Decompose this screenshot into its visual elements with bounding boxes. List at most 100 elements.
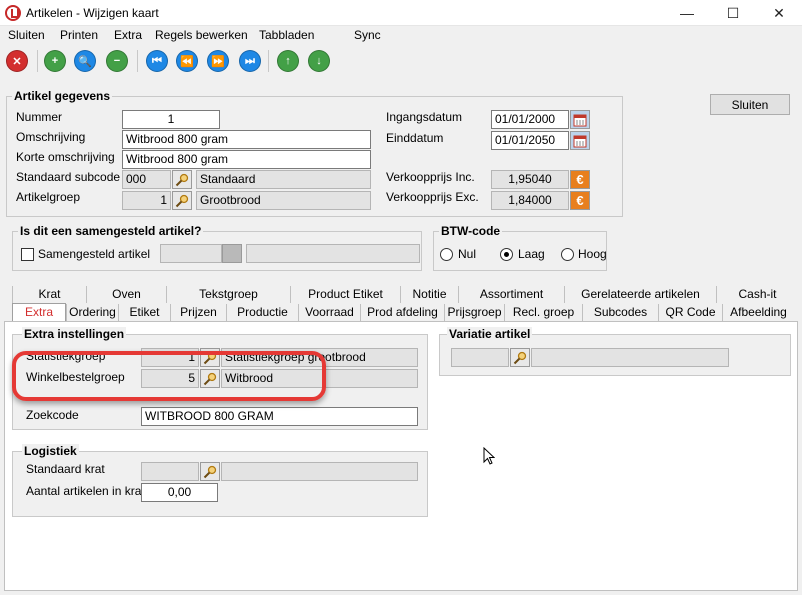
magnifier-icon xyxy=(175,173,189,186)
einddatum-label: Einddatum xyxy=(386,131,444,145)
samengesteld-lookup-button xyxy=(222,244,242,263)
next-record-icon: ⏩ xyxy=(211,55,225,68)
last-record-icon: ⏭ xyxy=(245,54,255,67)
toolbar-separator xyxy=(268,50,269,72)
tab-subcodes[interactable]: Subcodes xyxy=(582,304,658,321)
nummer-field[interactable]: 1 xyxy=(122,110,220,129)
toolbar-separator xyxy=(137,50,138,72)
einddatum-field[interactable]: 01/01/2050 xyxy=(491,131,569,150)
verkoopprijs-exc-label: Verkoopprijs Exc. xyxy=(386,190,479,204)
artikelgroep-label: Artikelgroep xyxy=(16,190,81,204)
verkoopprijs-inc-label: Verkoopprijs Inc. xyxy=(386,170,475,184)
tab-notitie[interactable]: Notitie xyxy=(400,286,458,303)
close-window-button[interactable]: ✕ xyxy=(756,0,802,26)
subcode-lookup-button[interactable] xyxy=(172,170,192,189)
euro-icon[interactable]: € xyxy=(570,191,590,210)
ingangsdatum-label: Ingangsdatum xyxy=(386,110,463,124)
previous-record-icon: ⏪ xyxy=(180,55,194,68)
menu-sync[interactable]: Sync xyxy=(354,28,381,42)
menu-extra[interactable]: Extra xyxy=(114,28,142,42)
sluiten-button[interactable]: Sluiten xyxy=(710,94,790,115)
tab-oven[interactable]: Oven xyxy=(86,286,166,303)
tab-prod-afdeling[interactable]: Prod afdeling xyxy=(360,304,444,321)
zoekcode-label: Zoekcode xyxy=(26,408,79,422)
maximize-button[interactable]: ☐ xyxy=(710,0,756,26)
zoekcode-field[interactable]: WITBROOD 800 GRAM xyxy=(141,407,418,426)
subcode-field[interactable]: 000 xyxy=(122,170,171,189)
variatie-lookup-button[interactable] xyxy=(510,348,530,367)
korte-omschrijving-field[interactable]: Witbrood 800 gram xyxy=(122,150,371,169)
calendar-icon xyxy=(573,135,587,147)
tab-prijzen[interactable]: Prijzen xyxy=(170,304,226,321)
magnifier-icon: 🔍 xyxy=(78,55,92,68)
toolbar-separator xyxy=(37,50,38,72)
ingangsdatum-calendar-button[interactable] xyxy=(570,110,590,129)
artikelgroep-description: Grootbrood xyxy=(196,191,371,210)
tab-cash-it[interactable]: Cash-it xyxy=(716,286,798,303)
aantal-artikelen-field[interactable]: 0,00 xyxy=(141,483,218,502)
verkoopprijs-inc-field[interactable]: 1,95040 xyxy=(491,170,569,189)
tab-assortiment[interactable]: Assortiment xyxy=(458,286,564,303)
euro-icon[interactable]: € xyxy=(570,170,590,189)
btw-radio-laag[interactable] xyxy=(500,248,513,261)
menu-printen[interactable]: Printen xyxy=(60,28,98,42)
artikelgroep-lookup-button[interactable] xyxy=(172,191,192,210)
tab-gerelateerde-artikelen[interactable]: Gerelateerde artikelen xyxy=(564,286,716,303)
einddatum-calendar-button[interactable] xyxy=(570,131,590,150)
add-button[interactable]: + xyxy=(44,50,66,72)
search-button[interactable]: 🔍 xyxy=(74,50,96,72)
tab-etiket[interactable]: Etiket xyxy=(118,304,170,321)
minus-icon: − xyxy=(113,55,121,67)
btw-group-title: BTW-code xyxy=(439,224,503,238)
first-button[interactable]: ⏮ xyxy=(146,50,168,72)
tab-product-etiket[interactable]: Product Etiket xyxy=(290,286,400,303)
first-record-icon: ⏮ xyxy=(152,54,162,67)
omschrijving-field[interactable]: Witbrood 800 gram xyxy=(122,130,371,149)
down-button[interactable]: ↓ xyxy=(308,50,330,72)
window-title: Artikelen - Wijzigen kaart xyxy=(26,6,159,20)
remove-button[interactable]: − xyxy=(106,50,128,72)
ingangsdatum-field[interactable]: 01/01/2000 xyxy=(491,110,569,129)
btw-label-hoog: Hoog xyxy=(578,247,607,261)
aantal-artikelen-label: Aantal artikelen in krat xyxy=(26,484,145,498)
tab-recl-groep[interactable]: Recl. groep xyxy=(504,304,582,321)
tab-voorraad[interactable]: Voorraad xyxy=(298,304,360,321)
tab-afbeelding[interactable]: Afbeelding xyxy=(722,304,794,321)
verkoopprijs-exc-field[interactable]: 1,84000 xyxy=(491,191,569,210)
artikelgroep-field[interactable]: 1 xyxy=(122,191,171,210)
tab-krat[interactable]: Krat xyxy=(12,286,86,303)
variatie-field[interactable] xyxy=(451,348,509,367)
samengesteld-group-title: Is dit een samengesteld artikel? xyxy=(18,224,204,238)
article-group-title: Artikel gegevens xyxy=(12,89,113,103)
standaard-krat-field[interactable] xyxy=(141,462,199,481)
samengesteld-code-field xyxy=(160,244,222,263)
tab-ordering[interactable]: Ordering xyxy=(66,304,118,321)
up-button[interactable]: ↑ xyxy=(277,50,299,72)
tab-qr-code[interactable]: QR Code xyxy=(658,304,722,321)
next-button[interactable]: ⏩ xyxy=(207,50,229,72)
last-button[interactable]: ⏭ xyxy=(239,50,261,72)
samengesteld-checkbox[interactable] xyxy=(21,248,34,261)
logistiek-group-title: Logistiek xyxy=(22,444,79,458)
magnifier-icon xyxy=(175,194,189,207)
tab-tekstgroep[interactable]: Tekstgroep xyxy=(166,286,290,303)
menu-tabbladen[interactable]: Tabbladen xyxy=(259,28,314,42)
tab-productie[interactable]: Productie xyxy=(226,304,298,321)
standaard-krat-lookup-button[interactable] xyxy=(200,462,220,481)
menu-sluiten[interactable]: Sluiten xyxy=(8,28,45,42)
btw-radio-hoog[interactable] xyxy=(561,248,574,261)
btw-label-nul: Nul xyxy=(458,247,477,261)
arrow-down-icon: ↓ xyxy=(316,55,322,67)
standaard-krat-label: Standaard krat xyxy=(26,462,105,476)
arrow-up-icon: ↑ xyxy=(285,55,291,67)
minimize-button[interactable]: — xyxy=(664,0,710,26)
cross-icon: ✕ xyxy=(12,55,22,68)
samengesteld-description xyxy=(246,244,420,263)
btw-radio-nul[interactable] xyxy=(440,248,453,261)
delete-button[interactable]: ✕ xyxy=(6,50,28,72)
tab-extra[interactable]: Extra xyxy=(12,303,66,322)
prev-button[interactable]: ⏪ xyxy=(176,50,198,72)
tab-prijsgroep[interactable]: Prijsgroep xyxy=(444,304,504,321)
highlight-annotation xyxy=(12,351,326,401)
menu-regels-bewerken[interactable]: Regels bewerken xyxy=(155,28,248,42)
